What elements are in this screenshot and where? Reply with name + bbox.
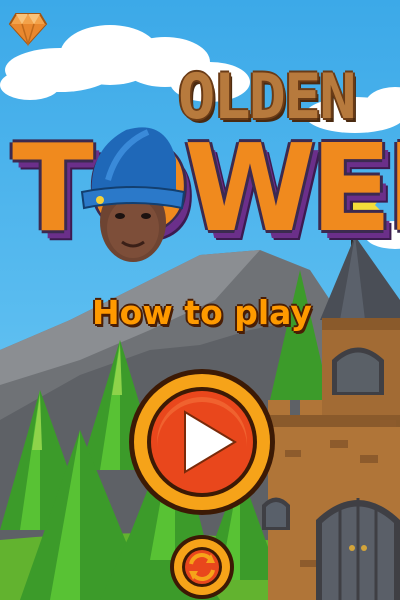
wizard-avatar bbox=[80, 127, 186, 262]
restart-button[interactable] bbox=[167, 532, 237, 600]
how-to-play-button[interactable]: How to play bbox=[82, 293, 322, 335]
diamond-icon[interactable] bbox=[8, 8, 48, 48]
title-tower: TOWER bbox=[12, 120, 400, 259]
play-button[interactable] bbox=[127, 367, 277, 517]
game-screen: OLDEN TOWER How to play bbox=[0, 0, 400, 600]
